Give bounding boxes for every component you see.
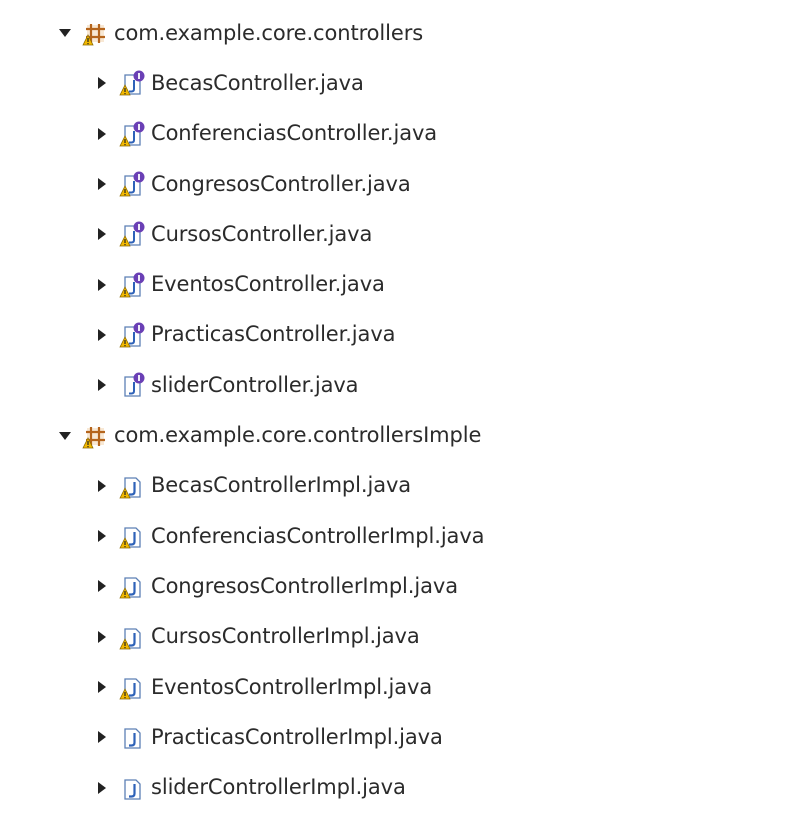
expanded-chevron-icon[interactable]	[58, 26, 72, 40]
tree-file-node[interactable]: CongresosControllerImpl.java	[0, 561, 789, 611]
interface-icon	[119, 322, 145, 348]
collapsed-chevron-icon[interactable]	[95, 781, 109, 795]
package-name: com.example.core.controllers	[114, 20, 424, 45]
package-icon	[82, 423, 108, 449]
collapsed-chevron-icon[interactable]	[95, 177, 109, 191]
collapsed-chevron-icon[interactable]	[95, 630, 109, 644]
file-name: sliderControllerImpl.java	[151, 775, 406, 800]
java-file-icon	[119, 523, 145, 549]
tree-file-node[interactable]: ConferenciasController.java	[0, 109, 789, 159]
collapsed-chevron-icon[interactable]	[95, 328, 109, 342]
interface-icon	[119, 221, 145, 247]
collapsed-chevron-icon[interactable]	[95, 378, 109, 392]
java-file-icon	[119, 724, 145, 750]
tree-file-node[interactable]: BecasControllerImpl.java	[0, 461, 789, 511]
collapsed-chevron-icon[interactable]	[95, 127, 109, 141]
collapsed-chevron-icon[interactable]	[95, 579, 109, 593]
java-file-icon	[119, 775, 145, 801]
tree-file-node[interactable]: ConferenciasControllerImpl.java	[0, 511, 789, 561]
tree-file-node[interactable]: BecasController.java	[0, 58, 789, 108]
tree-file-node[interactable]: EventosController.java	[0, 259, 789, 309]
tree-file-node[interactable]: CongresosController.java	[0, 159, 789, 209]
java-file-icon	[119, 624, 145, 650]
java-file-icon	[119, 573, 145, 599]
file-name: EventosControllerImpl.java	[151, 674, 433, 699]
file-name: sliderController.java	[151, 372, 359, 397]
java-file-icon	[119, 674, 145, 700]
java-file-icon	[119, 473, 145, 499]
expanded-chevron-icon[interactable]	[58, 429, 72, 443]
tree-file-node[interactable]: PracticasController.java	[0, 310, 789, 360]
file-name: ConferenciasController.java	[151, 121, 438, 146]
collapsed-chevron-icon[interactable]	[95, 278, 109, 292]
file-name: EventosController.java	[151, 272, 385, 297]
file-name: CongresosController.java	[151, 171, 411, 196]
package-icon	[82, 20, 108, 46]
file-name: PracticasController.java	[151, 322, 396, 347]
package-name: com.example.core.controllersImple	[114, 423, 482, 448]
file-name: BecasController.java	[151, 70, 364, 95]
interface-icon	[119, 121, 145, 147]
collapsed-chevron-icon[interactable]	[95, 479, 109, 493]
file-name: ConferenciasControllerImpl.java	[151, 523, 485, 548]
tree-file-node[interactable]: sliderController.java	[0, 360, 789, 410]
collapsed-chevron-icon[interactable]	[95, 680, 109, 694]
tree-file-node[interactable]: CursosController.java	[0, 209, 789, 259]
file-name: CursosControllerImpl.java	[151, 624, 420, 649]
collapsed-chevron-icon[interactable]	[95, 227, 109, 241]
interface-icon	[119, 372, 145, 398]
tree-file-node[interactable]: EventosControllerImpl.java	[0, 662, 789, 712]
interface-icon	[119, 171, 145, 197]
tree-file-node[interactable]: sliderControllerImpl.java	[0, 762, 789, 812]
interface-icon	[119, 272, 145, 298]
interface-icon	[119, 70, 145, 96]
file-name: CursosController.java	[151, 221, 373, 246]
tree-package-node[interactable]: com.example.core.controllersImple	[0, 410, 789, 460]
tree-package-node[interactable]: com.example.core.controllers	[0, 8, 789, 58]
tree-file-node[interactable]: CursosControllerImpl.java	[0, 612, 789, 662]
collapsed-chevron-icon[interactable]	[95, 76, 109, 90]
collapsed-chevron-icon[interactable]	[95, 529, 109, 543]
collapsed-chevron-icon[interactable]	[95, 730, 109, 744]
file-name: CongresosControllerImpl.java	[151, 573, 458, 598]
file-name: BecasControllerImpl.java	[151, 473, 412, 498]
package-explorer-tree: com.example.core.controllers BecasControl…	[0, 8, 789, 813]
tree-file-node[interactable]: PracticasControllerImpl.java	[0, 712, 789, 762]
file-name: PracticasControllerImpl.java	[151, 724, 443, 749]
